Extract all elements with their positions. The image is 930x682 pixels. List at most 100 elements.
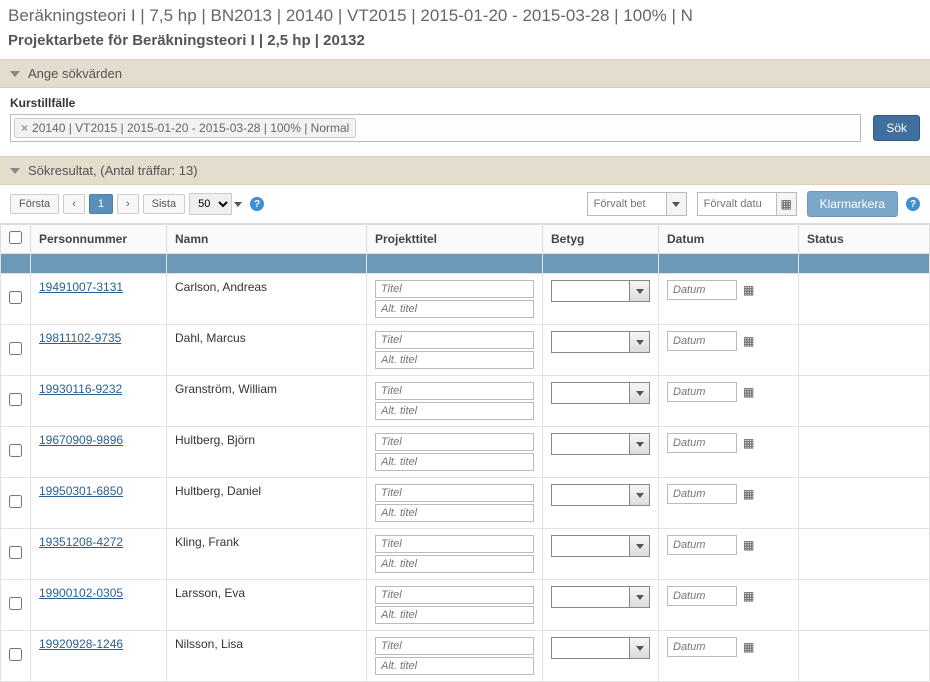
- titel-input[interactable]: [375, 637, 534, 655]
- datum-input[interactable]: [667, 535, 737, 555]
- datum-input[interactable]: [667, 433, 737, 453]
- betyg-select[interactable]: [551, 382, 650, 404]
- status-cell: [799, 478, 930, 529]
- datum-input[interactable]: [667, 331, 737, 351]
- col-datum[interactable]: Datum: [659, 225, 799, 254]
- kurstillfalle-input[interactable]: × 20140 | VT2015 | 2015-01-20 - 2015-03-…: [10, 114, 861, 142]
- alt-titel-input[interactable]: [375, 657, 534, 675]
- table-row: 19950301-6850Hultberg, Daniel▦: [1, 478, 930, 529]
- datum-input[interactable]: [667, 484, 737, 504]
- calendar-icon[interactable]: ▦: [743, 589, 754, 603]
- alt-titel-input[interactable]: [375, 300, 534, 318]
- calendar-icon[interactable]: ▦: [743, 487, 754, 501]
- status-cell: [799, 376, 930, 427]
- row-checkbox[interactable]: [9, 393, 22, 406]
- page-subtitle: Projektarbete för Beräkningsteori I | 2,…: [0, 28, 930, 59]
- titel-input[interactable]: [375, 433, 534, 451]
- calendar-icon[interactable]: ▦: [743, 334, 754, 348]
- chevron-down-icon: [636, 544, 644, 549]
- calendar-icon[interactable]: ▦: [743, 538, 754, 552]
- status-cell: [799, 274, 930, 325]
- row-checkbox[interactable]: [9, 597, 22, 610]
- table-row: 19811102-9735Dahl, Marcus▦: [1, 325, 930, 376]
- personnummer-link[interactable]: 19950301-6850: [39, 484, 123, 498]
- default-grade-input[interactable]: [588, 193, 666, 215]
- pager-first[interactable]: Första: [10, 194, 59, 214]
- select-all-checkbox[interactable]: [9, 231, 22, 244]
- row-checkbox[interactable]: [9, 444, 22, 457]
- alt-titel-input[interactable]: [375, 504, 534, 522]
- calendar-icon[interactable]: ▦: [743, 640, 754, 654]
- page-size-select[interactable]: 50: [189, 193, 232, 215]
- personnummer-link[interactable]: 19811102-9735: [39, 331, 121, 345]
- personnummer-link[interactable]: 19351208-4272: [39, 535, 123, 549]
- personnummer-link[interactable]: 19670909-9896: [39, 433, 123, 447]
- alt-titel-input[interactable]: [375, 351, 534, 369]
- tag-remove-icon[interactable]: ×: [21, 121, 28, 135]
- default-grade-dropdown[interactable]: [666, 193, 686, 215]
- page-size-dropdown-icon[interactable]: [234, 202, 242, 207]
- default-grade-combo[interactable]: [587, 192, 687, 216]
- status-cell: [799, 325, 930, 376]
- col-personnummer[interactable]: Personnummer: [31, 225, 167, 254]
- default-date-combo[interactable]: ▦: [697, 192, 797, 216]
- table-row: 19670909-9896 Hultberg, Björn ▦: [1, 427, 930, 478]
- titel-input[interactable]: [375, 382, 534, 400]
- betyg-select[interactable]: [551, 484, 650, 506]
- results-panel-header[interactable]: Sökresultat, (Antal träffar: 13): [0, 156, 930, 185]
- personnummer-link[interactable]: 19900102-0305: [39, 586, 123, 600]
- pager-current[interactable]: 1: [89, 194, 113, 214]
- betyg-select[interactable]: [551, 586, 650, 608]
- row-checkbox[interactable]: [9, 342, 22, 355]
- personnummer-link[interactable]: 19930116-9232: [39, 382, 122, 396]
- calendar-icon[interactable]: ▦: [743, 385, 754, 399]
- row-checkbox[interactable]: [9, 546, 22, 559]
- default-date-input[interactable]: [698, 193, 776, 215]
- titel-input[interactable]: [375, 535, 534, 553]
- search-panel-header[interactable]: Ange sökvärden: [0, 59, 930, 88]
- datum-input[interactable]: [667, 382, 737, 402]
- col-namn[interactable]: Namn: [167, 225, 367, 254]
- name-cell: Larsson, Eva: [167, 580, 367, 631]
- datum-input[interactable]: [667, 637, 737, 657]
- personnummer-link[interactable]: 19920928-1246: [39, 637, 123, 651]
- titel-input[interactable]: [375, 280, 534, 298]
- default-date-picker[interactable]: ▦: [776, 193, 796, 215]
- datum-input[interactable]: [667, 586, 737, 606]
- row-checkbox[interactable]: [9, 495, 22, 508]
- alt-titel-input[interactable]: [375, 453, 534, 471]
- klarmarkera-button[interactable]: Klarmarkera: [807, 191, 898, 217]
- alt-titel-input[interactable]: [375, 606, 534, 624]
- titel-input[interactable]: [375, 331, 534, 349]
- row-checkbox[interactable]: [9, 291, 22, 304]
- alt-titel-input[interactable]: [375, 402, 534, 420]
- name-cell: Hultberg, Björn: [167, 427, 367, 478]
- status-cell: [799, 529, 930, 580]
- help-icon[interactable]: ?: [906, 197, 920, 211]
- personnummer-link[interactable]: 19491007-3131: [39, 280, 123, 294]
- titel-input[interactable]: [375, 484, 534, 502]
- datum-input[interactable]: [667, 280, 737, 300]
- titel-input[interactable]: [375, 586, 534, 604]
- betyg-select[interactable]: [551, 331, 650, 353]
- col-betyg[interactable]: Betyg: [543, 225, 659, 254]
- pager-next[interactable]: ›: [117, 194, 139, 214]
- name-cell: Granström, William: [167, 376, 367, 427]
- search-button[interactable]: Sök: [873, 115, 920, 141]
- col-status[interactable]: Status: [799, 225, 930, 254]
- calendar-icon[interactable]: ▦: [743, 436, 754, 450]
- alt-titel-input[interactable]: [375, 555, 534, 573]
- chevron-down-icon: [636, 442, 644, 447]
- help-icon[interactable]: ?: [250, 197, 264, 211]
- name-cell: Carlson, Andreas: [167, 274, 367, 325]
- betyg-select[interactable]: [551, 535, 650, 557]
- betyg-select[interactable]: [551, 433, 650, 455]
- calendar-icon[interactable]: ▦: [743, 283, 754, 297]
- pager-last[interactable]: Sista: [143, 194, 185, 214]
- betyg-select[interactable]: [551, 280, 650, 302]
- page-title: Beräkningsteori I | 7,5 hp | BN2013 | 20…: [0, 0, 930, 28]
- table-row: 19351208-4272Kling, Frank▦: [1, 529, 930, 580]
- col-projekttitel[interactable]: Projekttitel: [367, 225, 543, 254]
- pager-prev[interactable]: ‹: [63, 194, 85, 214]
- betyg-select[interactable]: [551, 637, 650, 659]
